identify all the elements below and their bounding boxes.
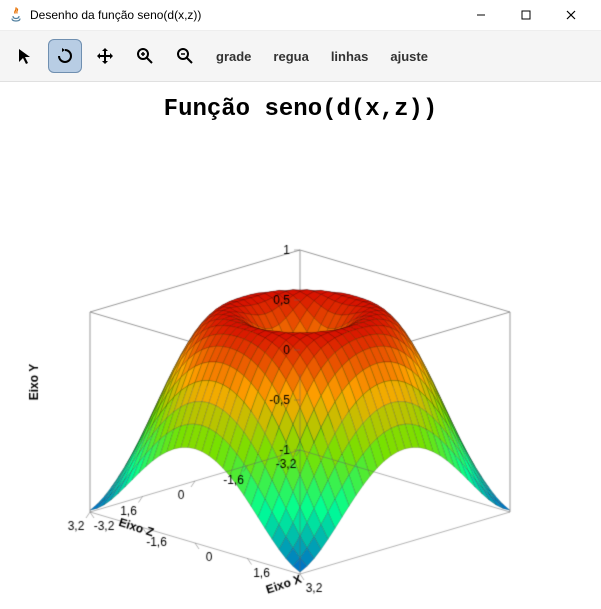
- orbit-tool-button[interactable]: [48, 39, 82, 73]
- window-title: Desenho da função seno(d(x,z)): [30, 8, 458, 22]
- java-icon: [8, 7, 24, 23]
- grade-button[interactable]: grade: [208, 45, 259, 68]
- toolbar: grade regua linhas ajuste: [0, 31, 601, 82]
- zoom-out-tool-button[interactable]: [168, 39, 202, 73]
- ajuste-button[interactable]: ajuste: [382, 45, 436, 68]
- window-titlebar: Desenho da função seno(d(x,z)): [0, 0, 601, 31]
- zoom-in-tool-button[interactable]: [128, 39, 162, 73]
- maximize-button[interactable]: [503, 0, 548, 30]
- chart-area[interactable]: Função seno(d(x,z)): [0, 82, 601, 609]
- close-button[interactable]: [548, 0, 593, 30]
- regua-button[interactable]: regua: [265, 45, 316, 68]
- linhas-button[interactable]: linhas: [323, 45, 377, 68]
- minimize-button[interactable]: [458, 0, 503, 30]
- pan-tool-button[interactable]: [88, 39, 122, 73]
- window-controls: [458, 0, 593, 30]
- pointer-tool-button[interactable]: [8, 39, 42, 73]
- surface-plot-canvas[interactable]: [0, 82, 601, 609]
